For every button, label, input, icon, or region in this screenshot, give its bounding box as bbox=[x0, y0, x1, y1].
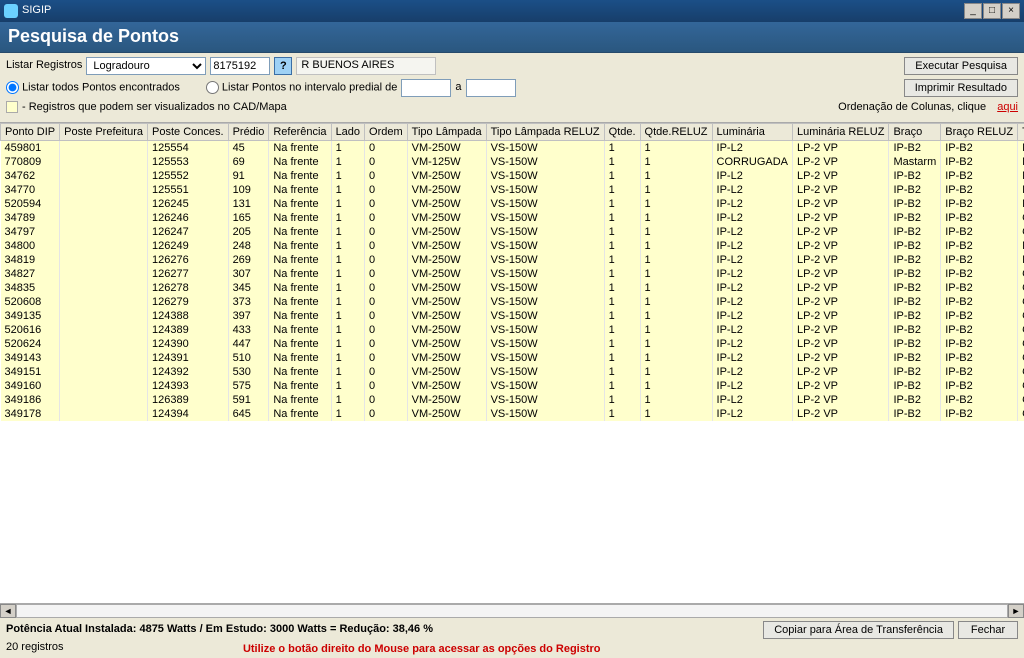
column-header[interactable]: Qtde.RELUZ bbox=[640, 123, 712, 140]
table-row[interactable]: 349143124391510Na frente10VM-250WVS-150W… bbox=[1, 351, 1024, 365]
legenda-text: - Registros que podem ser visualizados n… bbox=[22, 101, 287, 114]
table-row[interactable]: 349186126389591Na frente10VM-250WVS-150W… bbox=[1, 393, 1024, 407]
table-row[interactable]: 34827126277307Na frente10VM-250WVS-150W1… bbox=[1, 267, 1024, 281]
fechar-button[interactable]: Fechar bbox=[958, 621, 1018, 639]
table-row[interactable]: 34770125551109Na frente10VM-250WVS-150W1… bbox=[1, 183, 1024, 197]
minimize-button[interactable]: _ bbox=[964, 3, 982, 19]
column-header[interactable]: Poste Prefeitura bbox=[60, 123, 148, 140]
executar-button[interactable]: Executar Pesquisa bbox=[904, 57, 1018, 75]
intervalo-ate-input[interactable] bbox=[466, 79, 516, 97]
legenda-swatch bbox=[6, 101, 18, 113]
table-row[interactable]: 520608126279373Na frente10VM-250WVS-150W… bbox=[1, 295, 1024, 309]
table-row[interactable]: 520616124389433Na frente10VM-250WVS-150W… bbox=[1, 323, 1024, 337]
hint: Utilize o botão direito do Mouse para ac… bbox=[69, 641, 774, 658]
scroll-left-icon[interactable]: ◄ bbox=[0, 604, 16, 618]
titlebar: SIGIP _ □ × bbox=[0, 0, 1024, 22]
column-header[interactable]: Ordem bbox=[365, 123, 408, 140]
table-row[interactable]: 520624124390447Na frente10VM-250WVS-150W… bbox=[1, 337, 1024, 351]
column-header[interactable]: Qtde. bbox=[604, 123, 640, 140]
column-header[interactable]: Luminária bbox=[712, 123, 793, 140]
radio-intervalo[interactable]: Listar Pontos no intervalo predial de bbox=[206, 81, 398, 95]
help-icon[interactable]: ? bbox=[274, 57, 292, 75]
ordenacao-text: Ordenação de Colunas, clique bbox=[838, 101, 986, 114]
h-scrollbar[interactable]: ◄ ► bbox=[0, 603, 1024, 619]
column-header[interactable]: Referência bbox=[269, 123, 331, 140]
codigo-input[interactable] bbox=[210, 57, 270, 75]
table-row[interactable]: 34800126249248Na frente10VM-250WVS-150W1… bbox=[1, 239, 1024, 253]
close-button[interactable]: × bbox=[1002, 3, 1020, 19]
table-row[interactable]: 349178124394645Na frente10VM-250WVS-150W… bbox=[1, 407, 1024, 421]
maximize-button[interactable]: □ bbox=[983, 3, 1001, 19]
table-row[interactable]: 34819126276269Na frente10VM-250WVS-150W1… bbox=[1, 253, 1024, 267]
table-row[interactable]: 349135124388397Na frente10VM-250WVS-150W… bbox=[1, 309, 1024, 323]
column-header[interactable]: Tipo Lâmpada bbox=[407, 123, 486, 140]
column-header[interactable]: Tipo Lâmpada RELUZ bbox=[486, 123, 604, 140]
table-row[interactable]: 34797126247205Na frente10VM-250WVS-150W1… bbox=[1, 225, 1024, 239]
tipo-select[interactable]: Logradouro bbox=[86, 57, 206, 75]
table-row[interactable]: 349151124392530Na frente10VM-250WVS-150W… bbox=[1, 365, 1024, 379]
grid[interactable]: Ponto DIPPoste PrefeituraPoste Conces.Pr… bbox=[0, 122, 1024, 603]
table-row[interactable]: 520594126245131Na frente10VM-250WVS-150W… bbox=[1, 197, 1024, 211]
potencia-status: Potência Atual Instalada: 4875 Watts / E… bbox=[6, 623, 433, 636]
toolbar: Listar Registros Logradouro ? R BUENOS A… bbox=[0, 53, 1024, 122]
page-header: Pesquisa de Pontos bbox=[0, 22, 1024, 53]
scroll-right-icon[interactable]: ► bbox=[1008, 604, 1024, 618]
window-title: SIGIP bbox=[22, 4, 51, 17]
table-row[interactable]: 349160124393575Na frente10VM-250WVS-150W… bbox=[1, 379, 1024, 393]
table-row[interactable]: 45980112555445Na frente10VM-250WVS-150W1… bbox=[1, 140, 1024, 155]
column-header[interactable]: Lado bbox=[331, 123, 364, 140]
radio-todos[interactable]: Listar todos Pontos encontrados bbox=[6, 81, 180, 95]
imprimir-button[interactable]: Imprimir Resultado bbox=[904, 79, 1018, 97]
descricao-field: R BUENOS AIRES bbox=[296, 57, 436, 75]
column-header[interactable]: Prédio bbox=[228, 123, 269, 140]
column-header[interactable]: Ponto DIP bbox=[1, 123, 60, 140]
table-row[interactable]: 34835126278345Na frente10VM-250WVS-150W1… bbox=[1, 281, 1024, 295]
intervalo-de-input[interactable] bbox=[401, 79, 451, 97]
column-header[interactable]: Luminária RELUZ bbox=[793, 123, 889, 140]
table-row[interactable]: 34789126246165Na frente10VM-250WVS-150W1… bbox=[1, 211, 1024, 225]
page-title: Pesquisa de Pontos bbox=[8, 26, 179, 46]
app-icon bbox=[4, 4, 18, 18]
record-count: 20 registros bbox=[0, 641, 69, 658]
table-row[interactable]: 77080912555369Na frente10VM-125WVS-150W1… bbox=[1, 155, 1024, 169]
table-row[interactable]: 3476212555291Na frente10VM-250WVS-150W11… bbox=[1, 169, 1024, 183]
column-header[interactable]: Tipo Poste bbox=[1018, 123, 1024, 140]
listar-label: Listar Registros bbox=[6, 59, 82, 72]
column-header[interactable]: Braço RELUZ bbox=[941, 123, 1018, 140]
ordenacao-link[interactable]: aqui bbox=[997, 101, 1018, 114]
copiar-button[interactable]: Copiar para Área de Transferência bbox=[763, 621, 954, 639]
column-header[interactable]: Poste Conces. bbox=[148, 123, 229, 140]
column-header[interactable]: Braço bbox=[889, 123, 941, 140]
